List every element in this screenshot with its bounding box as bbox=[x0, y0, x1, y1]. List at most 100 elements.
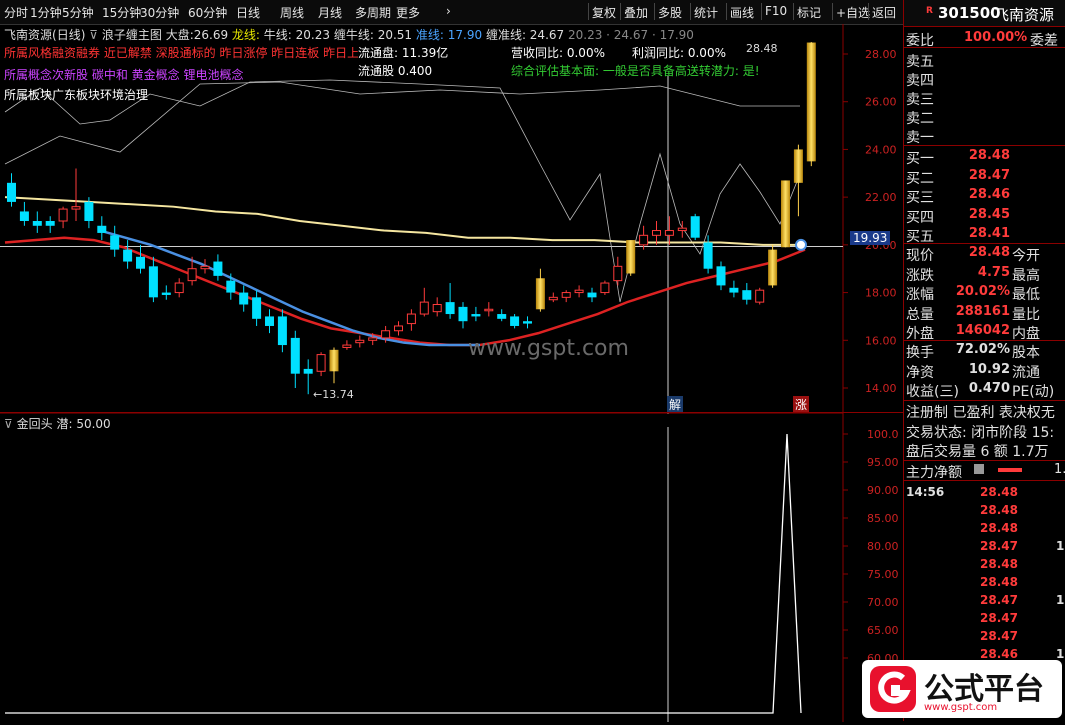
sell-level-5[interactable]: 卖五 bbox=[904, 50, 1065, 70]
candle[interactable] bbox=[32, 211, 42, 233]
toolbar-right-6[interactable]: 标记 bbox=[797, 4, 821, 21]
candle[interactable] bbox=[419, 287, 429, 317]
indicator-menu-icon[interactable]: ⊽ bbox=[89, 28, 98, 42]
candle[interactable] bbox=[523, 316, 532, 329]
toolbar-2[interactable]: 5分钟 bbox=[62, 4, 94, 21]
candle[interactable] bbox=[213, 254, 223, 281]
candle[interactable] bbox=[613, 256, 623, 286]
marker-zhang[interactable]: 涨 bbox=[793, 396, 810, 413]
toolbar-5[interactable]: 60分钟 bbox=[188, 4, 227, 21]
settings-dot-icon[interactable] bbox=[795, 238, 807, 251]
candle[interactable] bbox=[355, 335, 365, 348]
candle[interactable] bbox=[781, 180, 790, 248]
candle[interactable] bbox=[664, 216, 674, 245]
toolbar-right-8[interactable]: 返回 bbox=[872, 4, 896, 21]
toolbar-right-3[interactable]: 统计 bbox=[694, 4, 718, 21]
buy-level-5[interactable]: 买五 28.41 bbox=[904, 225, 1065, 245]
candle[interactable] bbox=[768, 244, 778, 288]
candle[interactable] bbox=[497, 309, 507, 322]
candle[interactable] bbox=[652, 221, 661, 245]
toolbar-10[interactable]: 更多 bbox=[396, 4, 420, 21]
toolbar-3[interactable]: 15分钟 bbox=[102, 4, 141, 21]
buy-level-4[interactable]: 买四 28.45 bbox=[904, 206, 1065, 226]
buy-level-3[interactable]: 买三 28.46 bbox=[904, 186, 1065, 206]
candle[interactable] bbox=[265, 309, 274, 334]
candle[interactable] bbox=[793, 144, 803, 217]
candle[interactable] bbox=[123, 240, 133, 269]
candle[interactable] bbox=[406, 309, 416, 331]
candle[interactable] bbox=[510, 314, 520, 329]
candle[interactable] bbox=[110, 225, 120, 257]
candle[interactable] bbox=[716, 261, 726, 291]
toolbar-right-4[interactable]: 画线 bbox=[730, 4, 754, 21]
candle[interactable] bbox=[19, 201, 29, 226]
toolbar-right-0[interactable]: 复权 bbox=[592, 4, 616, 21]
candle[interactable] bbox=[690, 213, 700, 241]
quote-2[interactable]: 涨幅 20.02% 最低 bbox=[904, 283, 1065, 303]
toolbar-0[interactable]: 分时 bbox=[4, 4, 28, 21]
candle[interactable] bbox=[626, 240, 636, 276]
toolbar-right-7[interactable]: +自选 bbox=[836, 4, 870, 21]
candle[interactable] bbox=[458, 302, 468, 329]
candle[interactable] bbox=[316, 352, 326, 377]
more-chevron-icon[interactable]: › bbox=[446, 4, 451, 18]
indicator-name[interactable]: 浪子缠主图 bbox=[102, 28, 162, 42]
candle[interactable] bbox=[161, 285, 171, 300]
toolbar-1[interactable]: 1分钟 bbox=[30, 4, 62, 21]
sub-title[interactable]: 金回头 bbox=[17, 417, 53, 431]
candle[interactable] bbox=[755, 287, 765, 305]
candle[interactable] bbox=[303, 359, 313, 395]
buy-level-1[interactable]: 买一 28.48 bbox=[904, 147, 1065, 167]
candle[interactable] bbox=[548, 292, 558, 303]
toolbar-8[interactable]: 月线 bbox=[318, 4, 342, 21]
sub-menu-icon[interactable]: ⊽ bbox=[4, 417, 13, 431]
candle[interactable] bbox=[703, 235, 713, 274]
sell-level-3[interactable]: 卖三 bbox=[904, 88, 1065, 108]
fund-0[interactable]: 换手 72.02% 股本 bbox=[904, 341, 1065, 361]
toolbar-right-2[interactable]: 多股 bbox=[658, 4, 682, 21]
toolbar-9[interactable]: 多周期 bbox=[355, 4, 391, 21]
candle[interactable] bbox=[574, 285, 584, 298]
candle[interactable] bbox=[729, 280, 739, 298]
candle[interactable] bbox=[471, 306, 481, 322]
sell-level-1[interactable]: 卖一 bbox=[904, 126, 1065, 146]
toolbar-6[interactable]: 日线 bbox=[236, 4, 260, 21]
sub-indicator-svg[interactable]: 100.0 95.00 90.00 85.00 80.00 75.00 70.00 65.00… bbox=[0, 413, 903, 722]
candle[interactable] bbox=[58, 206, 68, 229]
candle[interactable] bbox=[806, 42, 816, 167]
marker-jie[interactable]: 解 bbox=[667, 396, 684, 413]
toolbar-right-1[interactable]: 叠加 bbox=[624, 4, 648, 21]
candle[interactable] bbox=[200, 259, 210, 274]
buy-level-2[interactable]: 买二 28.47 bbox=[904, 167, 1065, 187]
toolbar-right-5[interactable]: F10 bbox=[765, 4, 787, 18]
candle[interactable] bbox=[329, 347, 339, 384]
candle[interactable] bbox=[342, 340, 352, 350]
candle[interactable] bbox=[97, 216, 107, 241]
sell-level-2[interactable]: 卖二 bbox=[904, 107, 1065, 127]
candle[interactable] bbox=[742, 283, 752, 305]
main-net-row[interactable]: 主力净额 1. bbox=[904, 461, 1065, 481]
candle[interactable] bbox=[445, 283, 455, 319]
main-kline-chart[interactable]: 28.00 26.00 24.00 22.00 20.00 18.00 16.00 14.00… bbox=[0, 24, 903, 414]
main-net-icon[interactable] bbox=[974, 464, 984, 474]
fund-2[interactable]: 收益(三) 0.470 PE(动) bbox=[904, 380, 1065, 400]
candle[interactable] bbox=[290, 330, 300, 388]
weibi-row[interactable]: 委比 100.00% 委差 bbox=[904, 29, 1065, 49]
candle[interactable] bbox=[239, 285, 249, 312]
candle[interactable] bbox=[71, 168, 81, 221]
candle[interactable] bbox=[277, 309, 287, 353]
quote-1[interactable]: 涨跌 4.75 最高 bbox=[904, 264, 1065, 284]
candle[interactable] bbox=[45, 216, 55, 233]
candle[interactable] bbox=[535, 268, 545, 312]
quote-4[interactable]: 外盘 146042 内盘 bbox=[904, 322, 1065, 342]
candle[interactable] bbox=[432, 297, 442, 317]
candle[interactable] bbox=[587, 287, 597, 303]
fund-1[interactable]: 净资 10.92 流通 bbox=[904, 361, 1065, 381]
toolbar-7[interactable]: 周线 bbox=[280, 4, 304, 21]
candle[interactable] bbox=[394, 321, 403, 336]
candle[interactable] bbox=[148, 256, 158, 303]
quote-3[interactable]: 总量 288161 量比 bbox=[904, 303, 1065, 323]
candle[interactable] bbox=[600, 280, 610, 295]
sub-indicator-chart[interactable]: 100.0 95.00 90.00 85.00 80.00 75.00 70.00 65.00… bbox=[0, 412, 903, 722]
candle[interactable] bbox=[7, 173, 16, 207]
